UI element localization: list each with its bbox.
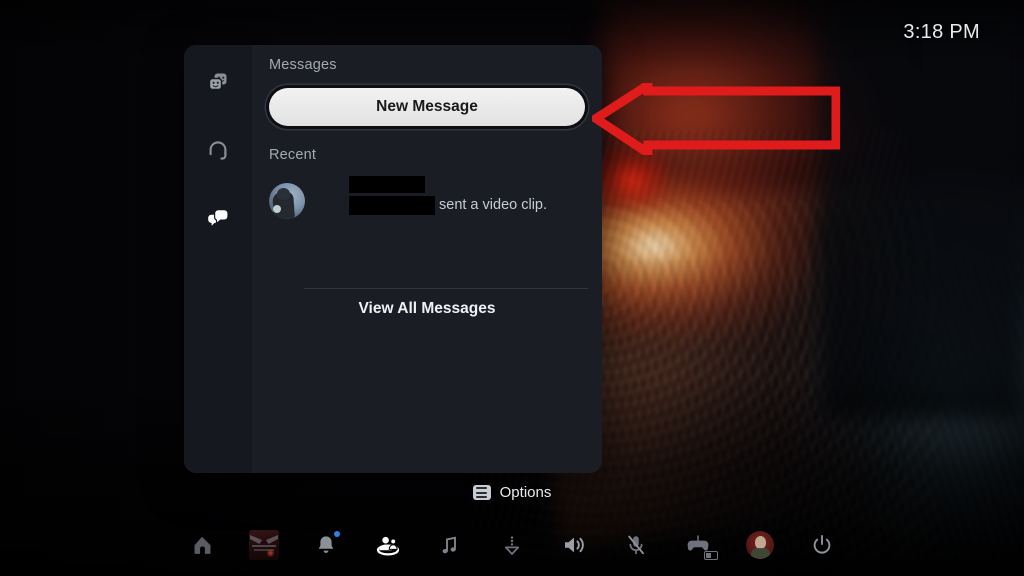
dock-item-power[interactable] — [804, 527, 840, 563]
dock-item-accessories[interactable] — [680, 527, 718, 563]
power-icon — [810, 533, 834, 557]
messages-icon — [205, 206, 231, 232]
dock-item-notifications[interactable] — [308, 527, 344, 563]
options-menu-icon — [472, 485, 491, 500]
sound-icon — [561, 533, 587, 557]
sidebar-item-voice-chat[interactable] — [195, 128, 241, 174]
friends-icon — [205, 70, 231, 96]
sidebar-item-friends[interactable] — [195, 60, 241, 106]
dock-item-microphone[interactable] — [618, 527, 654, 563]
message-preview-text: sent a video clip. — [439, 197, 548, 213]
headset-icon — [205, 138, 231, 164]
game-thumbnail — [249, 530, 279, 560]
control-center-dock — [0, 514, 1024, 576]
notifications-icon — [314, 533, 338, 557]
redacted-sender-name — [349, 176, 425, 193]
recent-message-row[interactable]: sent a video clip. — [266, 176, 588, 225]
dock-item-sound[interactable] — [556, 527, 592, 563]
system-clock: 3:18 PM — [903, 21, 980, 43]
page-title: Messages — [269, 57, 337, 73]
messages-card-body: Messages New Message Recent sent a video… — [252, 45, 602, 473]
game-base-icon — [374, 532, 402, 558]
messages-card: Messages New Message Recent sent a video… — [184, 45, 602, 473]
card-sidebar-rail — [184, 45, 252, 473]
downloads-icon — [500, 533, 524, 557]
new-message-focus-ring: New Message — [266, 85, 588, 129]
options-label: Options — [499, 484, 552, 501]
controller-battery-indicator — [704, 551, 718, 560]
dock-item-music[interactable] — [432, 527, 468, 563]
dock-item-home[interactable] — [184, 527, 220, 563]
dock-item-game[interactable] — [246, 527, 282, 563]
ps5-control-center-screen: 3:18 PM Messages New Message Recent sent… — [0, 0, 1024, 576]
music-icon — [438, 533, 462, 557]
view-all-messages-button[interactable]: View All Messages — [252, 300, 602, 318]
recent-section-label: Recent — [269, 147, 317, 163]
microphone-muted-icon — [624, 533, 648, 557]
recent-message-text-block: sent a video clip. — [315, 176, 588, 224]
avatar — [269, 183, 305, 219]
list-divider — [304, 288, 588, 289]
new-message-button[interactable]: New Message — [269, 88, 585, 126]
redacted-sender-id — [349, 196, 435, 215]
dock-item-downloads[interactable] — [494, 527, 530, 563]
options-row[interactable]: Options — [0, 484, 1024, 501]
dock-item-profile[interactable] — [742, 527, 778, 563]
dock-item-game-base[interactable] — [370, 527, 406, 563]
sidebar-item-messages[interactable] — [195, 196, 241, 242]
profile-avatar — [746, 531, 774, 559]
notification-badge — [334, 531, 340, 537]
home-icon — [189, 532, 215, 558]
